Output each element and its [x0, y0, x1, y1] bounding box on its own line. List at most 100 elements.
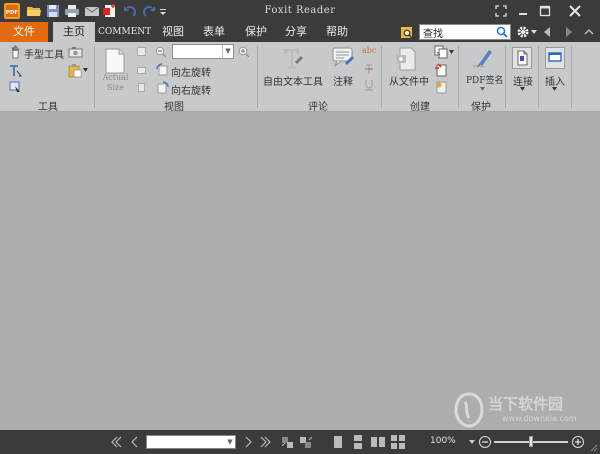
zoom-percent-dropdown-icon[interactable] — [469, 440, 475, 444]
note-comment-icon[interactable] — [331, 46, 355, 68]
link-dropdown-icon[interactable] — [520, 87, 525, 91]
snapshot-camera-icon[interactable] — [68, 46, 83, 58]
create-from-file-icon[interactable] — [395, 46, 419, 72]
free-text-tool-icon[interactable] — [280, 46, 304, 72]
pdf-sign-icon[interactable] — [471, 46, 495, 70]
zoom-in-circle-icon[interactable] — [570, 434, 586, 450]
ribbon-separator — [381, 46, 382, 108]
tab-help[interactable]: 帮助 — [318, 22, 356, 42]
tab-comment[interactable]: COMMENT — [98, 22, 151, 42]
previous-view-icon[interactable] — [280, 434, 296, 450]
pdf-sign-label[interactable]: PDF签名 — [466, 73, 504, 86]
single-page-view-icon[interactable] — [330, 434, 346, 450]
resize-grip-icon[interactable] — [588, 442, 598, 452]
ribbon-collapse-icon[interactable] — [584, 28, 594, 36]
search-input[interactable] — [420, 25, 494, 39]
watermark-brand: 当下软件园 — [488, 395, 564, 413]
tab-home[interactable]: 主页 — [53, 22, 95, 42]
strikeout-icon[interactable] — [364, 63, 374, 75]
ribbon-home: 手型工具 工具 Actual Size ▼ 向左旋转 向右旋转 视图 自由文本工… — [0, 42, 600, 113]
nav-forward-icon[interactable] — [564, 26, 574, 38]
search-icon[interactable] — [496, 26, 508, 38]
search-box — [419, 24, 511, 40]
note-comment-label[interactable]: 注释 — [333, 73, 353, 88]
zoom-slider-thumb[interactable] — [529, 436, 533, 447]
fullscreen-icon[interactable] — [492, 2, 510, 20]
next-page-icon[interactable] — [240, 434, 256, 450]
link-label[interactable]: 连接 — [513, 73, 533, 88]
zoom-out-icon[interactable] — [155, 46, 167, 58]
blank-pdf-icon[interactable] — [434, 63, 448, 77]
document-area[interactable] — [0, 112, 600, 430]
search-options-icon[interactable] — [400, 25, 415, 40]
fit-visible-icon[interactable] — [136, 82, 147, 93]
actual-size-label-line2[interactable]: Size — [101, 83, 130, 92]
ribbon-separator — [571, 46, 572, 108]
insert-icon[interactable] — [545, 47, 565, 69]
ribbon-separator — [458, 46, 459, 108]
settings-gear-icon[interactable] — [516, 25, 530, 39]
zoom-percent[interactable]: 100% — [430, 436, 456, 446]
watermark-url: www.downxia.com — [502, 414, 577, 423]
actual-size-label-line1[interactable]: Actual — [101, 73, 130, 82]
link-icon[interactable] — [512, 47, 532, 69]
watermark: 当下软件园 www.downxia.com — [452, 390, 592, 430]
window-title: Foxit Reader — [264, 5, 336, 16]
ribbon-separator — [257, 46, 258, 108]
first-page-icon[interactable] — [108, 434, 124, 450]
continuous-view-icon[interactable] — [350, 434, 366, 450]
settings-dropdown-icon[interactable] — [531, 30, 537, 34]
status-bar: ▼ 100% — [0, 430, 600, 454]
fit-width-icon[interactable] — [136, 65, 147, 76]
rotate-left-icon[interactable] — [156, 63, 169, 76]
tab-share[interactable]: 分享 — [277, 22, 315, 42]
tab-view[interactable]: 视图 — [154, 22, 192, 42]
tab-form[interactable]: 表单 — [195, 22, 233, 42]
actual-size-icon[interactable] — [104, 48, 126, 74]
facing-view-icon[interactable] — [370, 434, 386, 450]
zoom-combo[interactable]: ▼ — [172, 44, 234, 59]
zoom-in-icon[interactable] — [238, 46, 250, 58]
ribbon-separator — [538, 46, 539, 108]
tools-group-label: 工具 — [38, 102, 58, 113]
create-group-label: 创建 — [410, 102, 430, 113]
next-view-icon[interactable] — [298, 434, 314, 450]
combine-files-icon[interactable] — [434, 45, 448, 59]
protect-group-label: 保护 — [471, 102, 491, 113]
rotate-left-label[interactable]: 向左旋转 — [171, 64, 211, 79]
zoom-combo-arrow-icon[interactable]: ▼ — [222, 45, 233, 58]
free-text-tool-label[interactable]: 自由文本工具 — [263, 73, 323, 88]
spell-check-abc-label[interactable]: abc — [362, 46, 376, 55]
underline-icon[interactable] — [364, 79, 374, 91]
fit-page-icon[interactable] — [136, 46, 147, 57]
scanner-pdf-icon[interactable] — [434, 80, 448, 94]
previous-page-icon[interactable] — [127, 434, 143, 450]
hand-tool-icon[interactable] — [9, 45, 23, 59]
rotate-right-icon[interactable] — [156, 81, 169, 94]
last-page-icon[interactable] — [258, 434, 274, 450]
nav-back-icon[interactable] — [542, 26, 552, 38]
select-text-icon[interactable] — [9, 65, 22, 78]
clipboard-paste-icon[interactable] — [68, 63, 82, 78]
combine-dropdown-icon[interactable] — [449, 50, 454, 54]
pdf-sign-dropdown-icon[interactable] — [480, 87, 485, 91]
continuous-facing-view-icon[interactable] — [390, 434, 406, 450]
insert-label[interactable]: 插入 — [545, 73, 565, 88]
page-number-combo[interactable]: ▼ — [146, 435, 236, 449]
comment-group-label: 评论 — [308, 102, 328, 113]
rotate-right-label[interactable]: 向右旋转 — [171, 82, 211, 97]
page-combo-arrow-icon[interactable]: ▼ — [225, 436, 235, 448]
minimize-icon[interactable] — [514, 2, 532, 20]
hand-tool-label[interactable]: 手型工具 — [24, 46, 64, 61]
tab-protect[interactable]: 保护 — [237, 22, 275, 42]
view-group-label: 视图 — [164, 102, 184, 113]
zoom-out-circle-icon[interactable] — [477, 434, 493, 450]
insert-dropdown-icon[interactable] — [552, 87, 557, 91]
maximize-icon[interactable] — [536, 2, 554, 20]
select-annotation-icon[interactable] — [9, 81, 22, 94]
create-from-file-label[interactable]: 从文件中 — [389, 73, 429, 88]
clipboard-dropdown-icon[interactable] — [83, 68, 88, 72]
close-icon[interactable] — [558, 2, 592, 20]
title-bar: PDF Foxit Reader — [0, 0, 600, 22]
tab-file[interactable]: 文件 — [0, 22, 48, 42]
